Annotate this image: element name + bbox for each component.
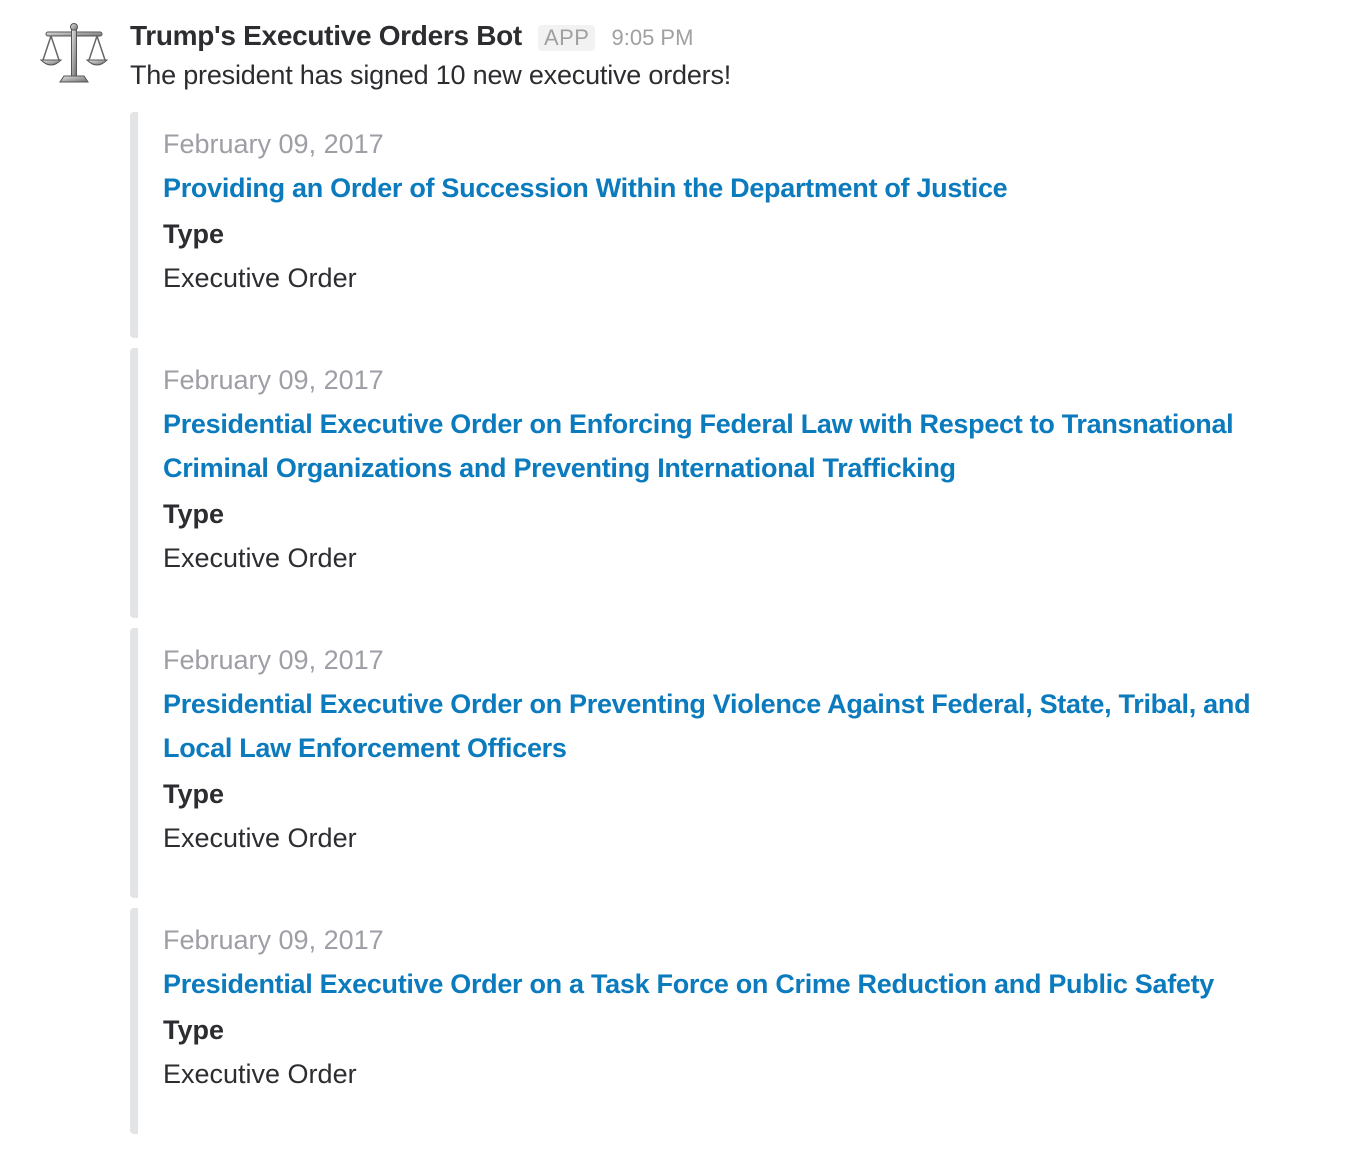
message-text: The president has signed 10 new executiv… bbox=[130, 60, 732, 90]
attachment-field-label: Type bbox=[163, 219, 225, 249]
message-timestamp[interactable]: 9:05 PM bbox=[611, 25, 693, 51]
attachment-title-link[interactable]: Providing an Order of Succession Within … bbox=[163, 166, 1313, 210]
attachment-field-label: Type bbox=[163, 1015, 225, 1045]
message-header: Trump's Executive Orders Bot APP 9:05 PM bbox=[130, 20, 693, 56]
attachment: February 09, 2017 Presidential Executive… bbox=[130, 628, 1320, 898]
attachment-title-link[interactable]: Presidential Executive Order on Preventi… bbox=[163, 682, 1313, 770]
bot-message: Trump's Executive Orders Bot APP 9:05 PM… bbox=[0, 0, 1346, 1164]
attachment-field-value: Executive Order bbox=[163, 543, 357, 573]
attachment-field-value: Executive Order bbox=[163, 263, 357, 293]
balance-scale-icon[interactable] bbox=[40, 20, 108, 88]
attachment-title-link[interactable]: Presidential Executive Order on Enforcin… bbox=[163, 402, 1313, 490]
attachment-date: February 09, 2017 bbox=[163, 645, 384, 675]
attachment-date: February 09, 2017 bbox=[163, 129, 384, 159]
attachment-field-label: Type bbox=[163, 499, 225, 529]
attachment-field-value: Executive Order bbox=[163, 823, 357, 853]
attachment-field-value: Executive Order bbox=[163, 1059, 357, 1089]
sender-name[interactable]: Trump's Executive Orders Bot bbox=[130, 20, 522, 52]
app-badge: APP bbox=[537, 25, 596, 51]
attachment-date: February 09, 2017 bbox=[163, 365, 384, 395]
attachment-date: February 09, 2017 bbox=[163, 925, 384, 955]
attachment-title-link[interactable]: Presidential Executive Order on a Task F… bbox=[163, 962, 1313, 1006]
attachment-field-label: Type bbox=[163, 779, 225, 809]
attachment: February 09, 2017 Presidential Executive… bbox=[130, 348, 1320, 618]
attachment: February 09, 2017 Providing an Order of … bbox=[130, 112, 1320, 338]
attachment-list: February 09, 2017 Providing an Order of … bbox=[130, 112, 1320, 1144]
attachment: February 09, 2017 Presidential Executive… bbox=[130, 908, 1320, 1134]
